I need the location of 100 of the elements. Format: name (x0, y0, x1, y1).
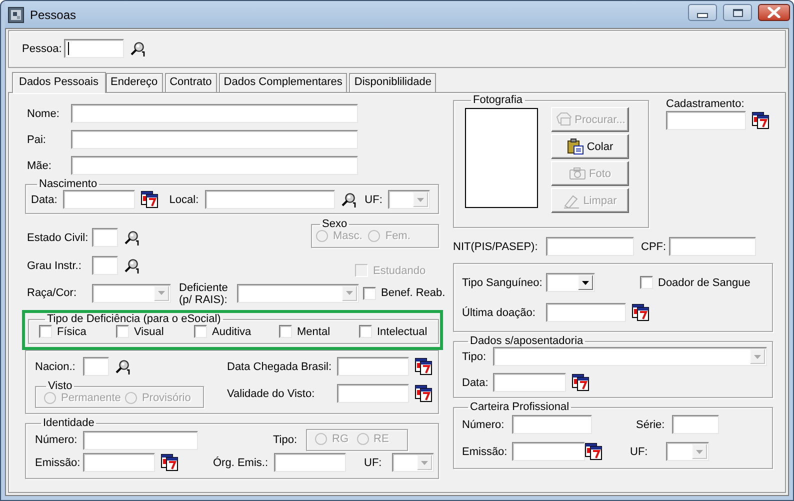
field-label: Validade do Visto: (227, 388, 316, 400)
text-field[interactable] (64, 39, 124, 58)
search-icon[interactable] (340, 192, 357, 208)
group-title: Nascimento (38, 178, 98, 190)
group-title: Dados s/aposentadoria (469, 335, 584, 347)
checkbox[interactable]: Doador de Sangue (640, 276, 750, 289)
calendar-icon[interactable] (415, 358, 433, 375)
field-label: Pessoa: (22, 42, 62, 54)
text-field[interactable] (337, 384, 409, 403)
folder-icon (554, 111, 572, 128)
maximize-button[interactable] (723, 4, 752, 21)
calendar-icon[interactable] (572, 374, 590, 391)
search-icon[interactable] (124, 230, 140, 246)
close-icon (767, 7, 781, 18)
close-button[interactable] (758, 4, 790, 21)
caret-icon (417, 198, 424, 202)
text-field[interactable] (92, 256, 118, 275)
search-icon[interactable] (115, 358, 131, 374)
text-field[interactable] (63, 190, 136, 209)
caret-icon (582, 280, 589, 284)
field-label: Órg. Emis.: (213, 456, 268, 468)
field-label: UF: (364, 194, 382, 206)
group-title: Fotografia (472, 94, 524, 106)
calendar-icon[interactable] (415, 385, 433, 402)
field-label: Grau Instr.: (27, 260, 82, 272)
checkbox[interactable]: Visual (116, 325, 194, 338)
field-label: Pai: (26, 134, 47, 146)
checkbox[interactable]: Benef. Reab. (363, 286, 446, 300)
clipboard-icon (566, 138, 584, 155)
field-label: Local: (169, 194, 199, 206)
calendar-icon[interactable] (752, 112, 770, 129)
checkbox[interactable]: Mental (279, 325, 359, 338)
text-field[interactable] (512, 442, 585, 461)
app-icon (8, 6, 24, 22)
field-label: Deficiente (p/ RAIS): (179, 282, 229, 306)
dropdown[interactable] (546, 273, 595, 292)
caret-icon (158, 291, 165, 295)
window-title: Pessoas (30, 8, 76, 22)
text-field[interactable] (83, 357, 109, 376)
text-field[interactable] (493, 373, 566, 392)
group-title: Visto (47, 380, 74, 392)
caret-icon (346, 291, 353, 295)
text-field[interactable] (204, 190, 335, 209)
field-label: Última doação: (462, 306, 536, 318)
field-label: UF: (630, 446, 649, 458)
caret-icon (754, 354, 761, 358)
field-label: NIT(PIS/PASEP): (453, 240, 539, 252)
paste-button[interactable]: Colar (551, 134, 629, 159)
calendar-icon[interactable] (141, 191, 160, 208)
text-field[interactable] (71, 156, 358, 175)
field-label: Tipo: (273, 434, 298, 446)
text-field[interactable] (71, 130, 358, 149)
group-title: Tipo de Deficiência (para o eSocial) (46, 313, 222, 325)
text-field[interactable] (669, 237, 756, 256)
field-label: Tipo Sanguíneo: (462, 276, 544, 288)
field-label: Emissão: (462, 446, 508, 458)
text-field[interactable] (666, 111, 746, 130)
calendar-icon[interactable] (161, 454, 179, 471)
field-label: Raça/Cor: (27, 287, 78, 299)
text-field[interactable] (83, 430, 198, 450)
field-label: Nacion.: (35, 360, 76, 372)
group-title: Carteira Profissional (469, 401, 570, 413)
field-label: Cadastramento: (666, 98, 746, 110)
tab[interactable]: Disponiblilidade (349, 73, 436, 92)
checkbox[interactable]: Física (39, 325, 116, 338)
field-label: UF: (364, 456, 383, 468)
field-label: Número: (35, 434, 78, 446)
field-label: Data: (31, 194, 58, 206)
field-label: CPF: (641, 240, 668, 252)
tab[interactable]: Contrato (164, 73, 217, 92)
calendar-icon[interactable] (632, 304, 650, 321)
checkbox[interactable]: Auditiva (194, 325, 279, 338)
field-label: Emissão: (35, 456, 77, 468)
text-field[interactable] (546, 303, 626, 322)
camera-icon (568, 165, 586, 182)
field-label: Data: (462, 376, 487, 388)
group-title: Identidade (42, 417, 96, 429)
field-label: Série: (636, 418, 666, 430)
minimize-button[interactable] (688, 4, 717, 21)
search-icon[interactable] (124, 258, 140, 274)
tab[interactable]: Endereço (106, 73, 163, 92)
text-field[interactable] (672, 415, 719, 434)
field-label: Número: (462, 418, 506, 430)
text-field[interactable] (512, 415, 592, 434)
text-field[interactable] (71, 104, 358, 123)
text-field[interactable] (92, 228, 118, 247)
text-field[interactable] (546, 237, 634, 256)
calendar-icon[interactable] (585, 443, 603, 460)
tab[interactable]: Dados Pessoais (12, 72, 106, 93)
checkbox[interactable]: Intelectual (359, 325, 433, 338)
field-label: Tipo: (462, 350, 488, 362)
caret-icon (696, 450, 703, 454)
field-label: Nome: (26, 108, 60, 120)
text-field[interactable] (274, 453, 346, 472)
text-field[interactable] (83, 453, 155, 472)
field-label: Estado Civil: (27, 232, 86, 244)
text-field[interactable] (337, 357, 409, 376)
search-icon[interactable] (130, 40, 146, 56)
tab[interactable]: Dados Complementares (218, 73, 348, 92)
field-label: Mãe: (26, 160, 52, 172)
